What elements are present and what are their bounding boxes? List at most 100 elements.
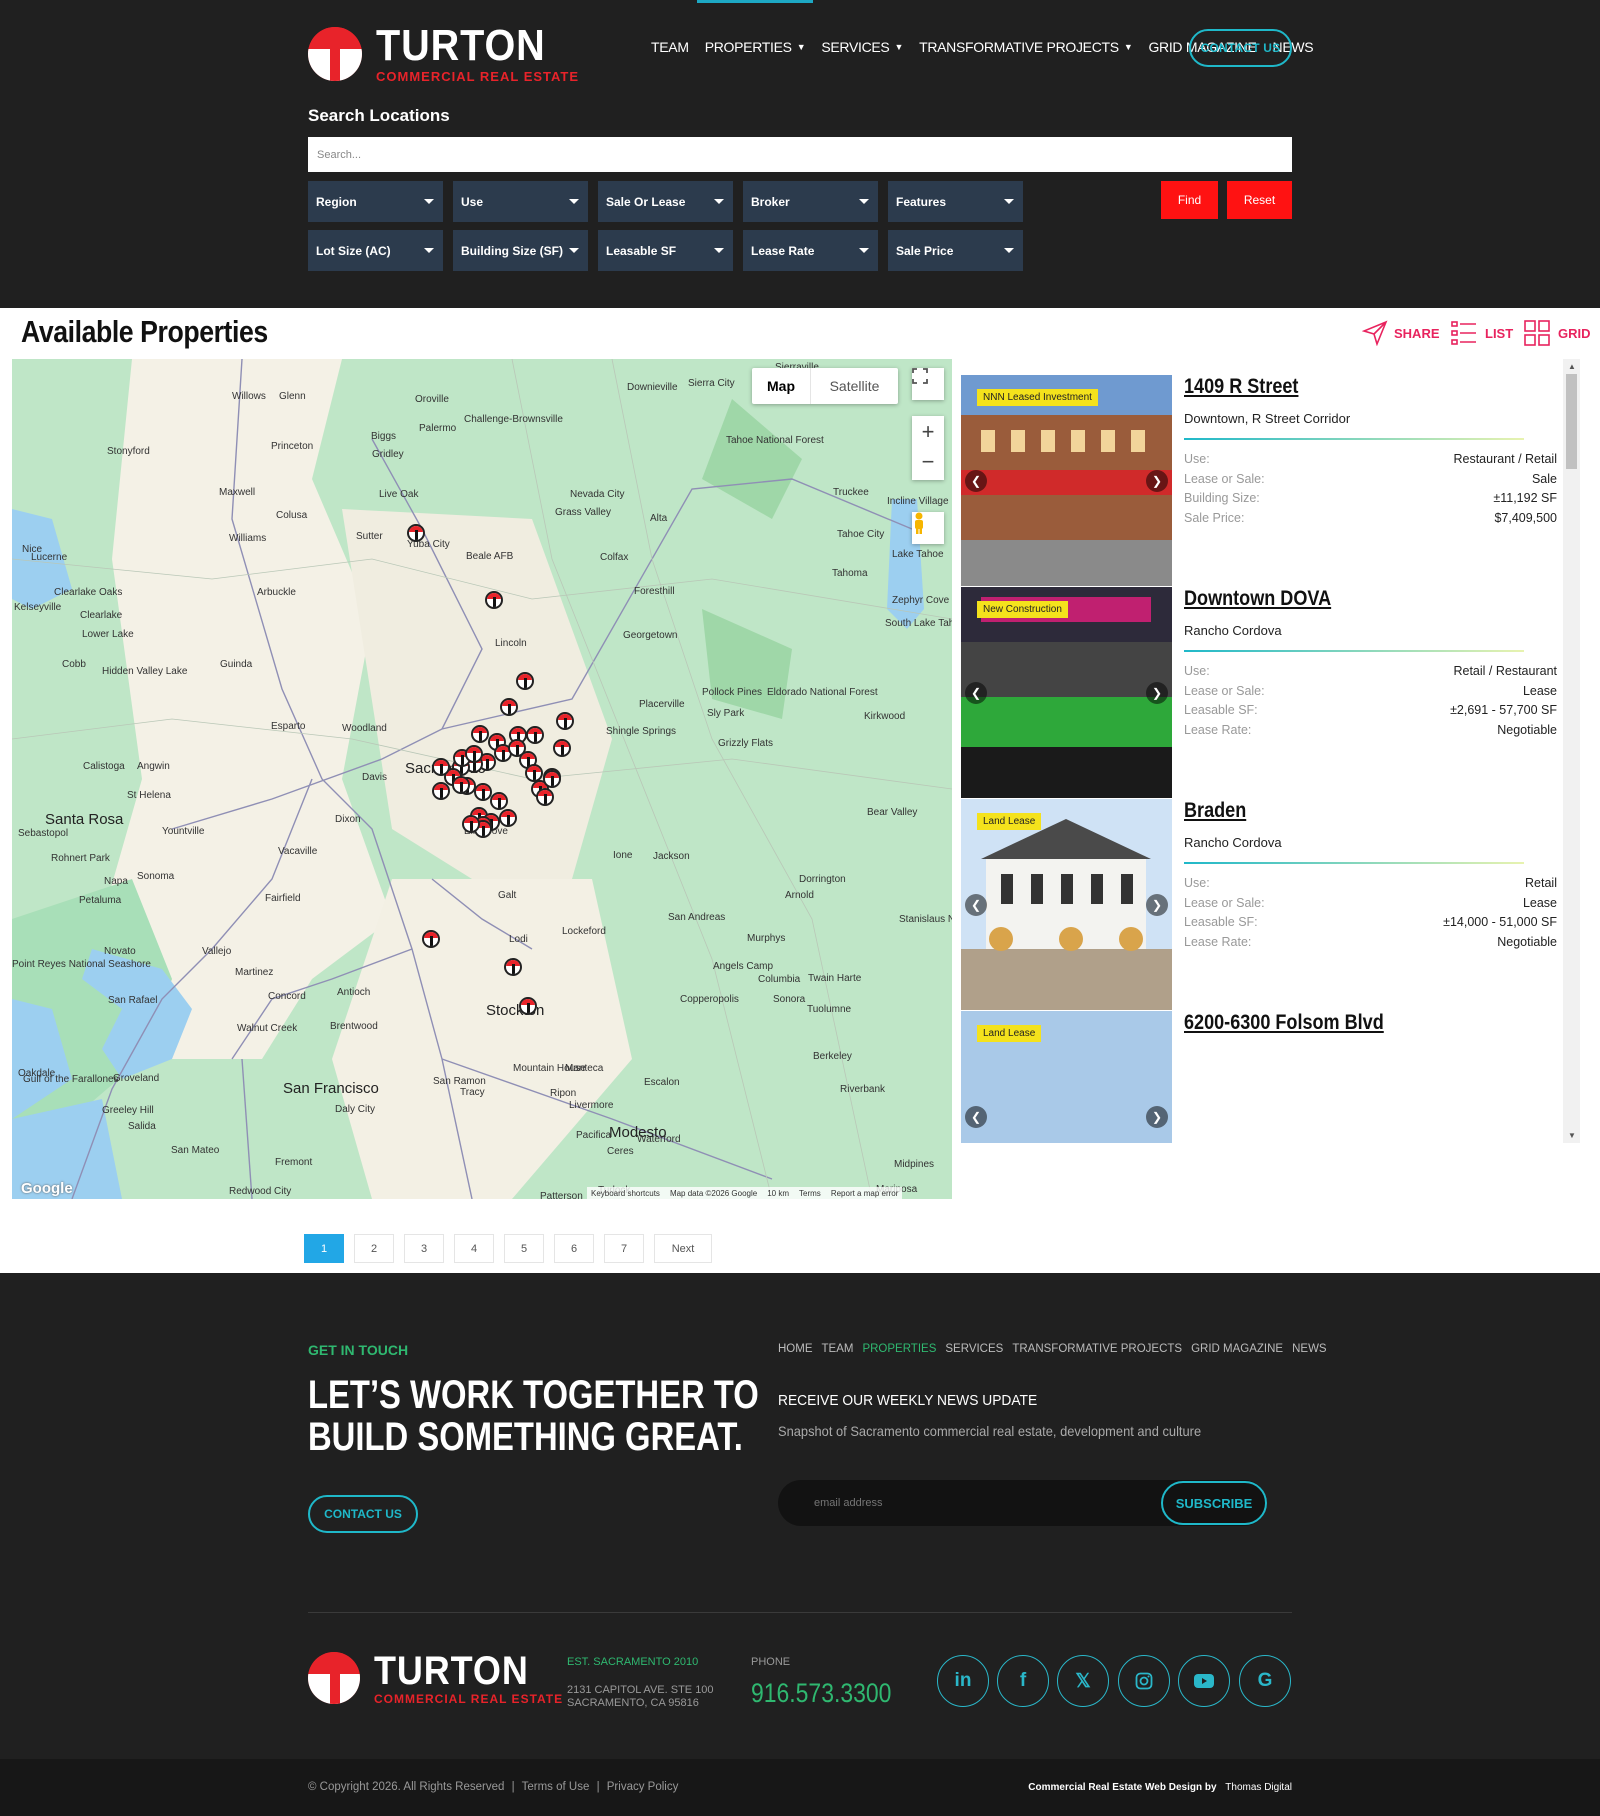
footer-logo[interactable]: TURTON COMMERCIAL REAL ESTATE (308, 1651, 563, 1705)
search-input[interactable] (308, 137, 1292, 172)
chevron-left-icon[interactable]: ❮ (965, 1106, 987, 1128)
property-pin-icon[interactable] (499, 809, 517, 827)
property-title[interactable]: Braden (1184, 799, 1246, 823)
footer-link-news[interactable]: NEWS (1292, 1343, 1327, 1355)
scroll-thumb[interactable] (1566, 374, 1577, 469)
property-pin-icon[interactable] (465, 745, 483, 763)
filter-sale-or-lease[interactable]: Sale Or Lease (598, 181, 733, 222)
page-1-button[interactable]: 1 (304, 1234, 344, 1263)
map-footer-link[interactable]: Report a map error (831, 1189, 899, 1198)
page-5-button[interactable]: 5 (504, 1234, 544, 1263)
turton-logo[interactable]: TURTON COMMERCIAL REAL ESTATE (308, 24, 579, 83)
property-pin-icon[interactable] (407, 524, 425, 542)
page-2-button[interactable]: 2 (354, 1234, 394, 1263)
phone-number[interactable]: 916.573.3300 (751, 1678, 891, 1709)
youtube-icon[interactable] (1178, 1655, 1230, 1707)
property-card[interactable]: Land Lease ❮ ❯ Braden Rancho Cordova Use: Reta… (961, 783, 1561, 1010)
property-map[interactable]: Willows Glenn Oroville Downieville Sierra Ci… (12, 359, 952, 1199)
footer-link-transformative-projects[interactable]: TRANSFORMATIVE PROJECTS (1012, 1343, 1182, 1355)
map-type-satellite[interactable]: Satellite (810, 368, 898, 404)
property-pin-icon[interactable] (516, 672, 534, 690)
google-icon[interactable]: G (1239, 1655, 1291, 1707)
property-pin-icon[interactable] (452, 776, 470, 794)
property-card[interactable]: New Construction ❮ ❯ Downtown DOVA Rancho Co… (961, 571, 1561, 798)
chevron-right-icon[interactable]: ❯ (1146, 470, 1168, 492)
filter-building-size-sf[interactable]: Building Size (SF) (453, 230, 588, 271)
page-7-button[interactable]: 7 (604, 1234, 644, 1263)
footer-link-team[interactable]: TEAM (822, 1343, 854, 1355)
map-type-map[interactable]: Map (752, 378, 810, 394)
property-title[interactable]: 6200-6300 Folsom Blvd (1184, 1011, 1384, 1035)
footer-link-services[interactable]: SERVICES (945, 1343, 1003, 1355)
property-pin-icon[interactable] (504, 958, 522, 976)
map-footer-link[interactable]: Terms (799, 1189, 821, 1198)
filter-lease-rate[interactable]: Lease Rate (743, 230, 878, 271)
property-pin-icon[interactable] (432, 782, 450, 800)
zoom-in-button[interactable]: + (922, 416, 935, 448)
property-pin-icon[interactable] (553, 739, 571, 757)
list-view-button[interactable]: LIST (1451, 320, 1513, 346)
property-card[interactable]: Land Lease ❮ ❯ 6200-6300 Folsom Blvd (961, 995, 1561, 1143)
list-scrollbar[interactable]: ▲ ▼ (1563, 359, 1580, 1143)
contact-us-button[interactable]: CONTACT US (1189, 29, 1292, 67)
share-button[interactable]: SHARE (1362, 320, 1440, 346)
facebook-icon[interactable]: f (997, 1655, 1049, 1707)
instagram-icon[interactable] (1118, 1655, 1170, 1707)
property-pin-icon[interactable] (462, 815, 480, 833)
property-title[interactable]: 1409 R Street (1184, 375, 1298, 399)
chevron-right-icon[interactable]: ❯ (1146, 682, 1168, 704)
property-pin-icon[interactable] (432, 758, 450, 776)
grid-view-button[interactable]: GRID (1524, 320, 1591, 346)
property-pin-icon[interactable] (543, 770, 561, 788)
page-4-button[interactable]: 4 (454, 1234, 494, 1263)
privacy-link[interactable]: Privacy Policy (607, 1781, 679, 1793)
zoom-out-button[interactable]: − (922, 448, 935, 480)
chevron-right-icon[interactable]: ❯ (1146, 1106, 1168, 1128)
property-pin-icon[interactable] (422, 930, 440, 948)
property-pin-icon[interactable] (556, 712, 574, 730)
property-pin-icon[interactable] (471, 725, 489, 743)
footer-link-properties[interactable]: PROPERTIES (862, 1343, 936, 1355)
scroll-down-icon[interactable]: ▼ (1568, 1131, 1576, 1140)
x-icon[interactable]: 𝕏 (1057, 1655, 1109, 1707)
subscribe-button[interactable]: SUBSCRIBE (1161, 1481, 1267, 1525)
footer-contact-button[interactable]: CONTACT US (308, 1495, 418, 1533)
property-pin-icon[interactable] (500, 698, 518, 716)
map-footer-link[interactable]: Map data ©2026 Google (670, 1189, 757, 1198)
nav-item-properties[interactable]: PROPERTIES ▼ (696, 0, 814, 94)
property-image[interactable]: New Construction ❮ ❯ (961, 587, 1172, 798)
property-pin-icon[interactable] (519, 997, 537, 1015)
chevron-left-icon[interactable]: ❮ (965, 894, 987, 916)
property-pin-icon[interactable] (490, 792, 508, 810)
filter-features[interactable]: Features (888, 181, 1023, 222)
credit-link[interactable]: Thomas Digital (1225, 1782, 1292, 1793)
footer-link-home[interactable]: HOME (778, 1343, 813, 1355)
filter-broker[interactable]: Broker (743, 181, 878, 222)
property-image[interactable]: Land Lease ❮ ❯ (961, 799, 1172, 1010)
filter-sale-price[interactable]: Sale Price (888, 230, 1023, 271)
fullscreen-icon[interactable] (912, 368, 944, 400)
filter-lot-size-ac[interactable]: Lot Size (AC) (308, 230, 443, 271)
filter-region[interactable]: Region (308, 181, 443, 222)
property-image[interactable]: Land Lease ❮ ❯ (961, 1011, 1172, 1143)
scroll-up-icon[interactable]: ▲ (1568, 362, 1576, 371)
nav-item-transformative-projects[interactable]: TRANSFORMATIVE PROJECTS ▼ (911, 0, 1140, 94)
nav-item-team[interactable]: TEAM (643, 0, 697, 94)
chevron-left-icon[interactable]: ❮ (965, 470, 987, 492)
page-6-button[interactable]: 6 (554, 1234, 594, 1263)
property-title[interactable]: Downtown DOVA (1184, 587, 1331, 611)
property-card[interactable]: NNN Leased Investment ❮ ❯ 1409 R Street Down… (961, 359, 1561, 586)
property-pin-icon[interactable] (485, 591, 503, 609)
nav-item-services[interactable]: SERVICES ▼ (813, 0, 911, 94)
filter-use[interactable]: Use (453, 181, 588, 222)
footer-link-grid-magazine[interactable]: GRID MAGAZINE (1191, 1343, 1283, 1355)
property-pin-icon[interactable] (536, 788, 554, 806)
linkedin-icon[interactable]: in (937, 1655, 989, 1707)
filter-leasable-sf[interactable]: Leasable SF (598, 230, 733, 271)
email-input[interactable] (814, 1492, 1114, 1514)
terms-link[interactable]: Terms of Use (522, 1781, 590, 1793)
property-pin-icon[interactable] (526, 726, 544, 744)
chevron-left-icon[interactable]: ❮ (965, 682, 987, 704)
chevron-right-icon[interactable]: ❯ (1146, 894, 1168, 916)
pegman-icon[interactable] (912, 512, 944, 544)
